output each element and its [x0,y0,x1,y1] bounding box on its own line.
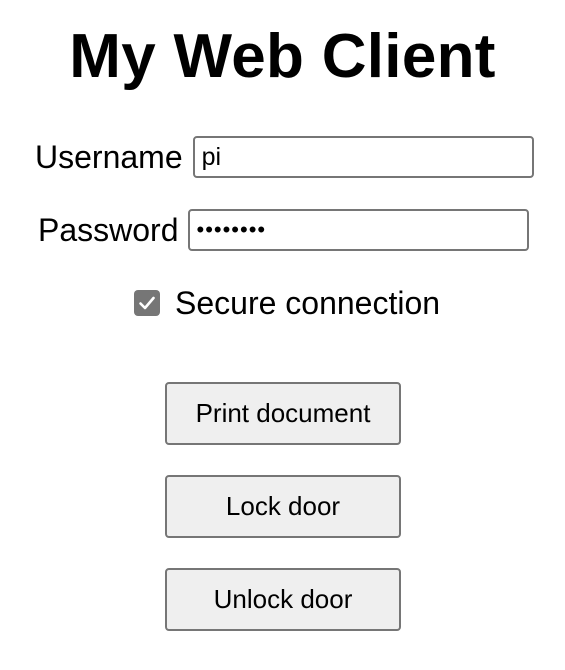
checkmark-icon [139,296,155,310]
username-row: Username [35,136,534,178]
secure-connection-label: Secure connection [175,285,441,321]
username-input[interactable] [192,136,534,178]
lock-door-button[interactable]: Lock door [165,475,401,538]
print-document-button[interactable]: Print document [165,382,401,445]
password-label: Password [38,212,179,248]
username-label: Username [35,139,183,175]
password-input[interactable] [187,209,529,251]
secure-connection-option: Secure connection [134,282,440,324]
secure-connection-checkbox[interactable] [134,290,160,316]
page-title: My Web Client [69,22,496,91]
password-row: Password [38,209,529,251]
unlock-door-button[interactable]: Unlock door [165,568,401,631]
